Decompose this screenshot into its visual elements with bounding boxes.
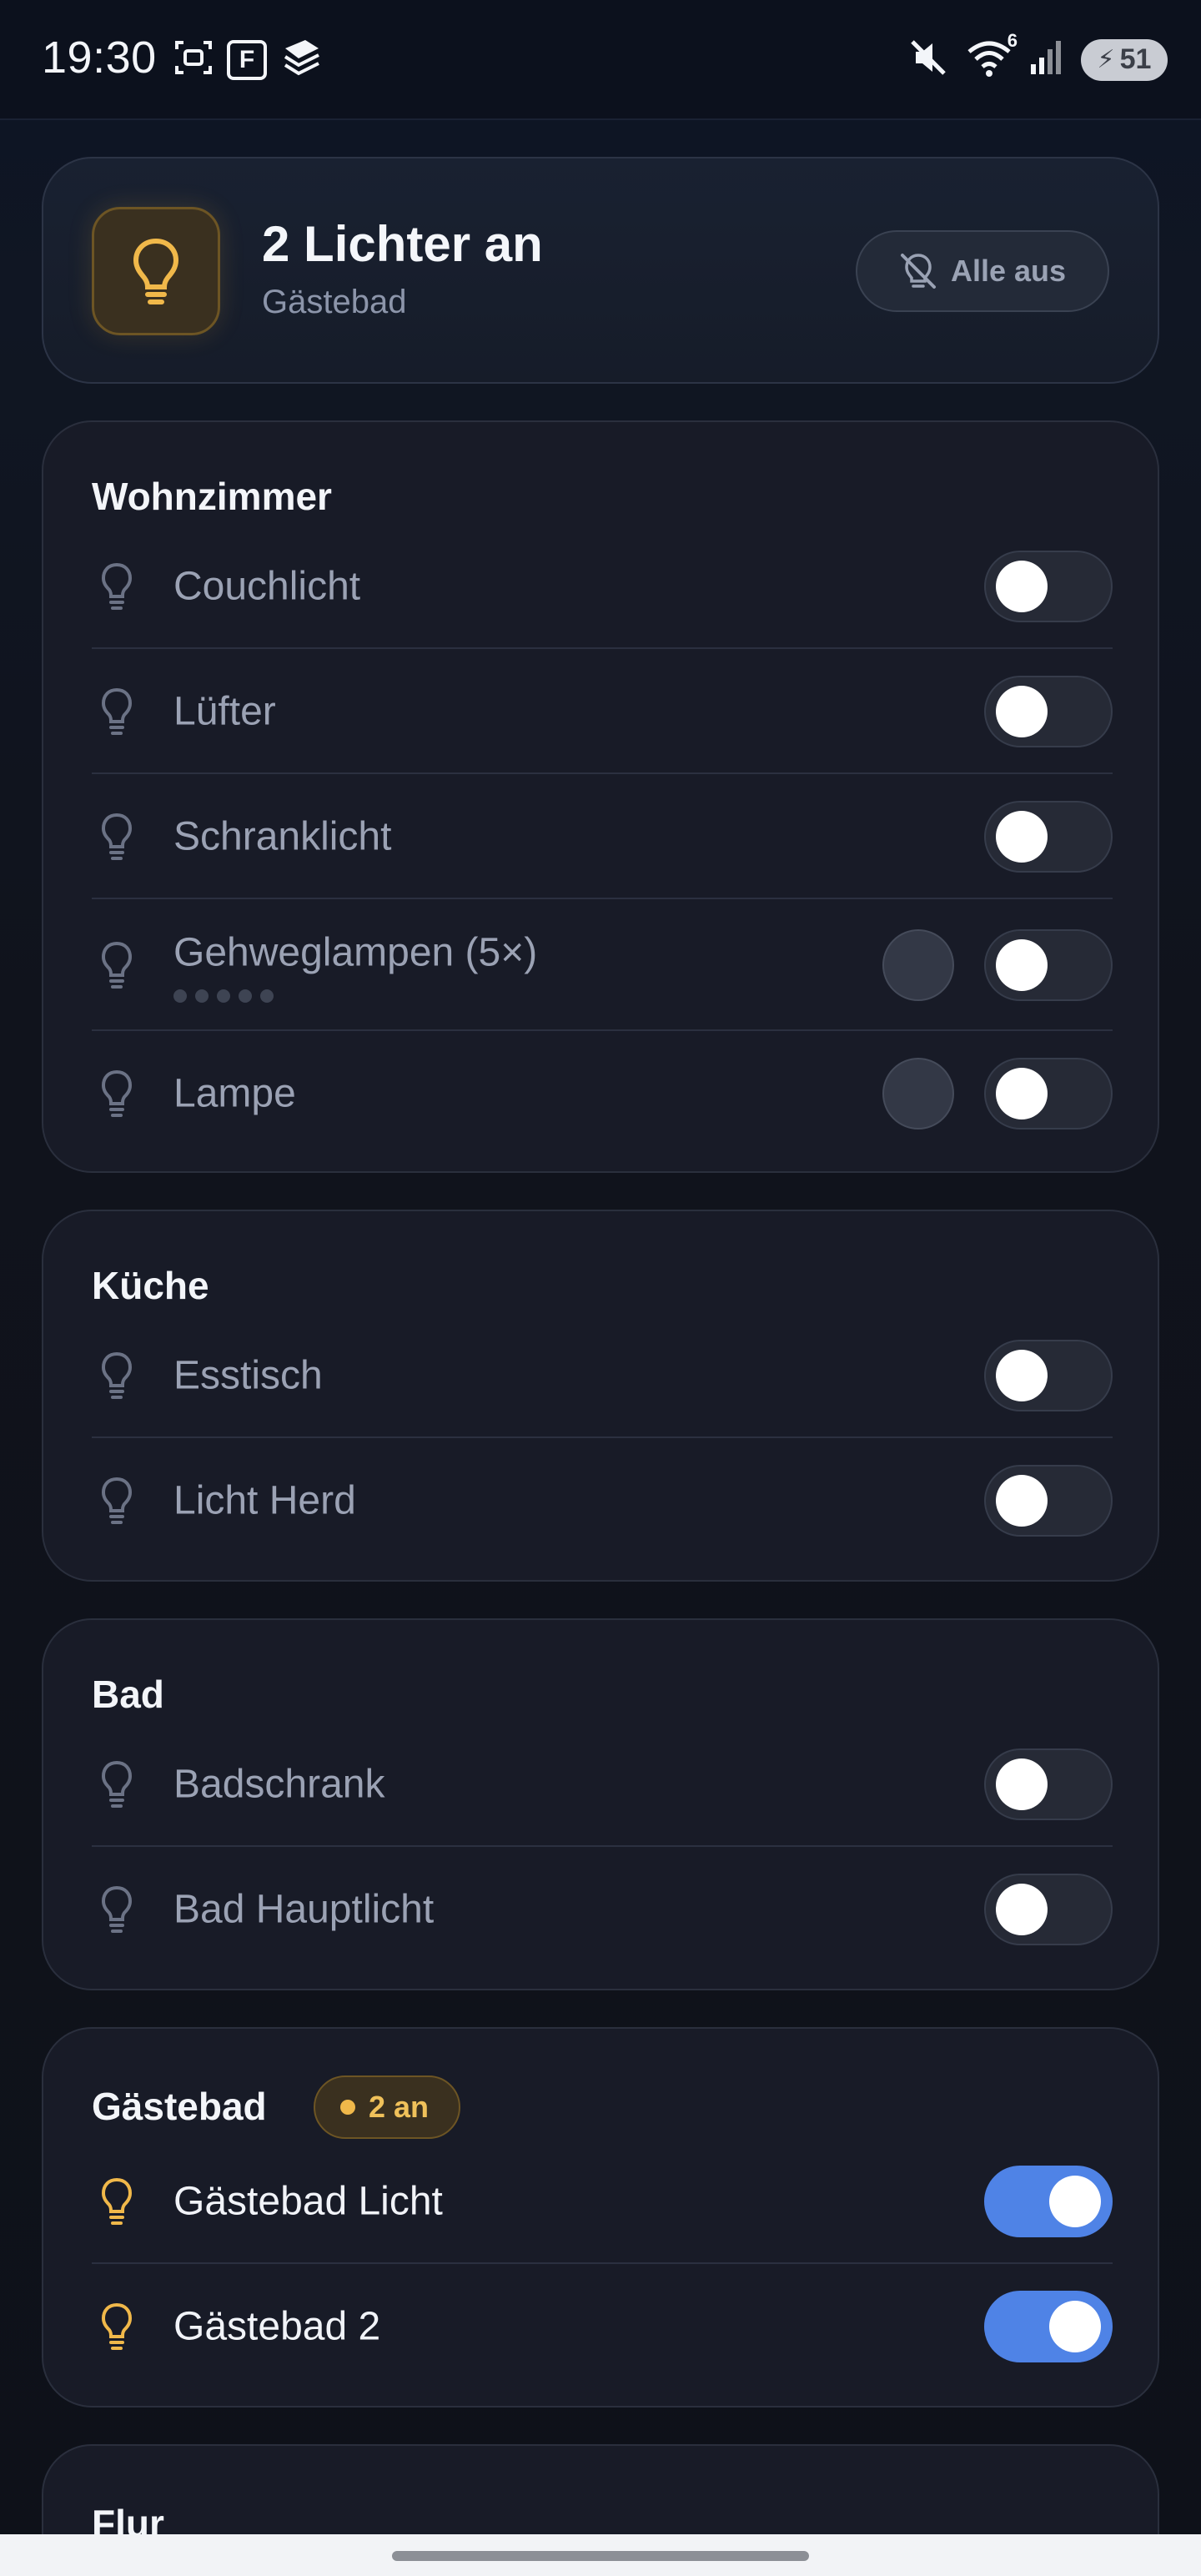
light-toggle[interactable]	[984, 676, 1113, 747]
light-row[interactable]: Gästebad 2	[92, 2264, 1113, 2389]
status-icons-right: 6 ⚡ 51	[907, 30, 1168, 83]
light-row[interactable]: Schranklicht	[92, 774, 1113, 899]
toggle-knob	[1049, 2301, 1101, 2352]
room-card-gaestebad: Gästebad 2 an Gästebad Licht Gästebad 2	[42, 2027, 1159, 2407]
status-bar: 19:30 F 6 ⚡ 51	[0, 0, 1201, 120]
lightbulb-icon	[133, 238, 179, 304]
lightbulb-icon	[101, 2177, 133, 2225]
lightbulb-icon	[101, 2302, 133, 2350]
light-label: Esstisch	[173, 1353, 323, 1398]
summary-title: 2 Lichter an	[262, 216, 543, 272]
sub-light-indicators	[173, 989, 274, 1003]
battery-indicator: ⚡ 51	[1081, 38, 1168, 81]
lightbulb-icon	[101, 562, 133, 610]
sub-light-dot	[195, 989, 209, 1003]
battery-level: 51	[1119, 43, 1152, 75]
status-dot	[340, 2100, 355, 2115]
light-toggle[interactable]	[984, 801, 1113, 873]
toggle-knob	[1049, 2176, 1101, 2227]
toggle-knob	[996, 686, 1048, 737]
toggle-knob	[996, 561, 1048, 612]
light-row[interactable]: Bad Hauptlicht	[92, 1847, 1113, 1972]
lightbulb-icon	[101, 687, 133, 735]
toggle-knob	[996, 811, 1048, 863]
home-gesture-handle[interactable]	[392, 2551, 809, 2561]
signal-icon	[1029, 39, 1066, 80]
room-card-wohnzimmer: Wohnzimmer Couchlicht Lüfter Schranklich…	[42, 420, 1159, 1173]
status-icons-left: F	[173, 37, 322, 83]
color-picker-button[interactable]	[882, 929, 954, 1001]
light-row[interactable]: Badschrank	[92, 1722, 1113, 1847]
all-off-label: Alle aus	[950, 254, 1067, 288]
active-count-badge: 2 an	[314, 2075, 461, 2139]
light-row[interactable]: Couchlicht	[92, 524, 1113, 649]
toggle-knob	[996, 1475, 1048, 1527]
lightbulb-icon	[101, 1069, 133, 1117]
active-count-label: 2 an	[369, 2090, 430, 2124]
light-toggle[interactable]	[984, 2291, 1113, 2362]
toggle-knob	[996, 939, 1048, 991]
light-label: Gästebad Licht	[173, 2179, 443, 2224]
light-label: Lampe	[173, 1071, 296, 1116]
toggle-knob	[996, 1068, 1048, 1119]
light-label: Gästebad 2	[173, 2304, 381, 2349]
light-label: Schranklicht	[173, 814, 392, 859]
status-time: 19:30	[42, 33, 157, 83]
room-title: Bad	[92, 1673, 164, 1716]
lightbulb-icon	[101, 1760, 133, 1808]
layers-app-icon	[280, 37, 322, 83]
room-title: Gästebad	[92, 2085, 267, 2128]
sub-light-dot	[260, 989, 274, 1003]
toggle-knob	[996, 1350, 1048, 1401]
light-toggle[interactable]	[984, 929, 1113, 1001]
toggle-knob	[996, 1884, 1048, 1935]
room-card-bad: Bad Badschrank Bad Hauptlicht	[42, 1618, 1159, 1990]
light-row[interactable]: Gehweglampen (5×)	[92, 899, 1113, 1031]
light-label: Lüfter	[173, 689, 276, 734]
mute-icon	[907, 37, 949, 83]
light-label: Badschrank	[173, 1762, 385, 1807]
light-row[interactable]: Esstisch	[92, 1313, 1113, 1438]
light-off-icon	[900, 254, 936, 289]
lightbulb-icon	[101, 813, 133, 860]
light-row[interactable]: Gästebad Licht	[92, 2139, 1113, 2264]
light-toggle[interactable]	[984, 2166, 1113, 2237]
light-toggle[interactable]	[984, 551, 1113, 622]
light-label: Couchlicht	[173, 564, 361, 609]
light-label: Gehweglampen (5×)	[173, 930, 538, 975]
sub-light-dot	[173, 989, 187, 1003]
color-picker-button[interactable]	[882, 1058, 954, 1130]
lightbulb-icon	[101, 1351, 133, 1399]
lightbulb-icon	[101, 941, 133, 989]
sub-light-dot	[217, 989, 230, 1003]
light-toggle[interactable]	[984, 1748, 1113, 1820]
screenshot-icon	[173, 38, 214, 82]
lightbulb-icon	[101, 1885, 133, 1933]
light-toggle[interactable]	[984, 1340, 1113, 1411]
light-row[interactable]: Lampe	[92, 1031, 1113, 1156]
toggle-knob	[996, 1758, 1048, 1810]
system-navigation-bar	[0, 2534, 1201, 2576]
summary-subtitle: Gästebad	[262, 284, 407, 320]
wifi-badge: 6	[1007, 30, 1018, 51]
lightbulb-icon	[101, 1477, 133, 1524]
room-title: Küche	[92, 1264, 209, 1307]
charging-bolt-icon: ⚡	[1097, 46, 1115, 73]
light-toggle[interactable]	[984, 1874, 1113, 1945]
active-lights-icon-badge	[92, 207, 220, 335]
light-toggle[interactable]	[984, 1058, 1113, 1130]
light-row[interactable]: Lüfter	[92, 649, 1113, 774]
summary-card: 2 Lichter an Gästebad Alle aus	[42, 157, 1159, 384]
light-label: Bad Hauptlicht	[173, 1887, 435, 1932]
all-off-button[interactable]: Alle aus	[856, 230, 1109, 312]
f-app-icon: F	[227, 39, 267, 80]
light-row[interactable]: Licht Herd	[92, 1438, 1113, 1563]
wifi-icon: 6	[964, 30, 1018, 83]
light-label: Licht Herd	[173, 1478, 356, 1523]
room-card-kueche: Küche Esstisch Licht Herd	[42, 1210, 1159, 1582]
room-title: Wohnzimmer	[92, 475, 332, 518]
light-toggle[interactable]	[984, 1465, 1113, 1537]
sub-light-dot	[239, 989, 252, 1003]
